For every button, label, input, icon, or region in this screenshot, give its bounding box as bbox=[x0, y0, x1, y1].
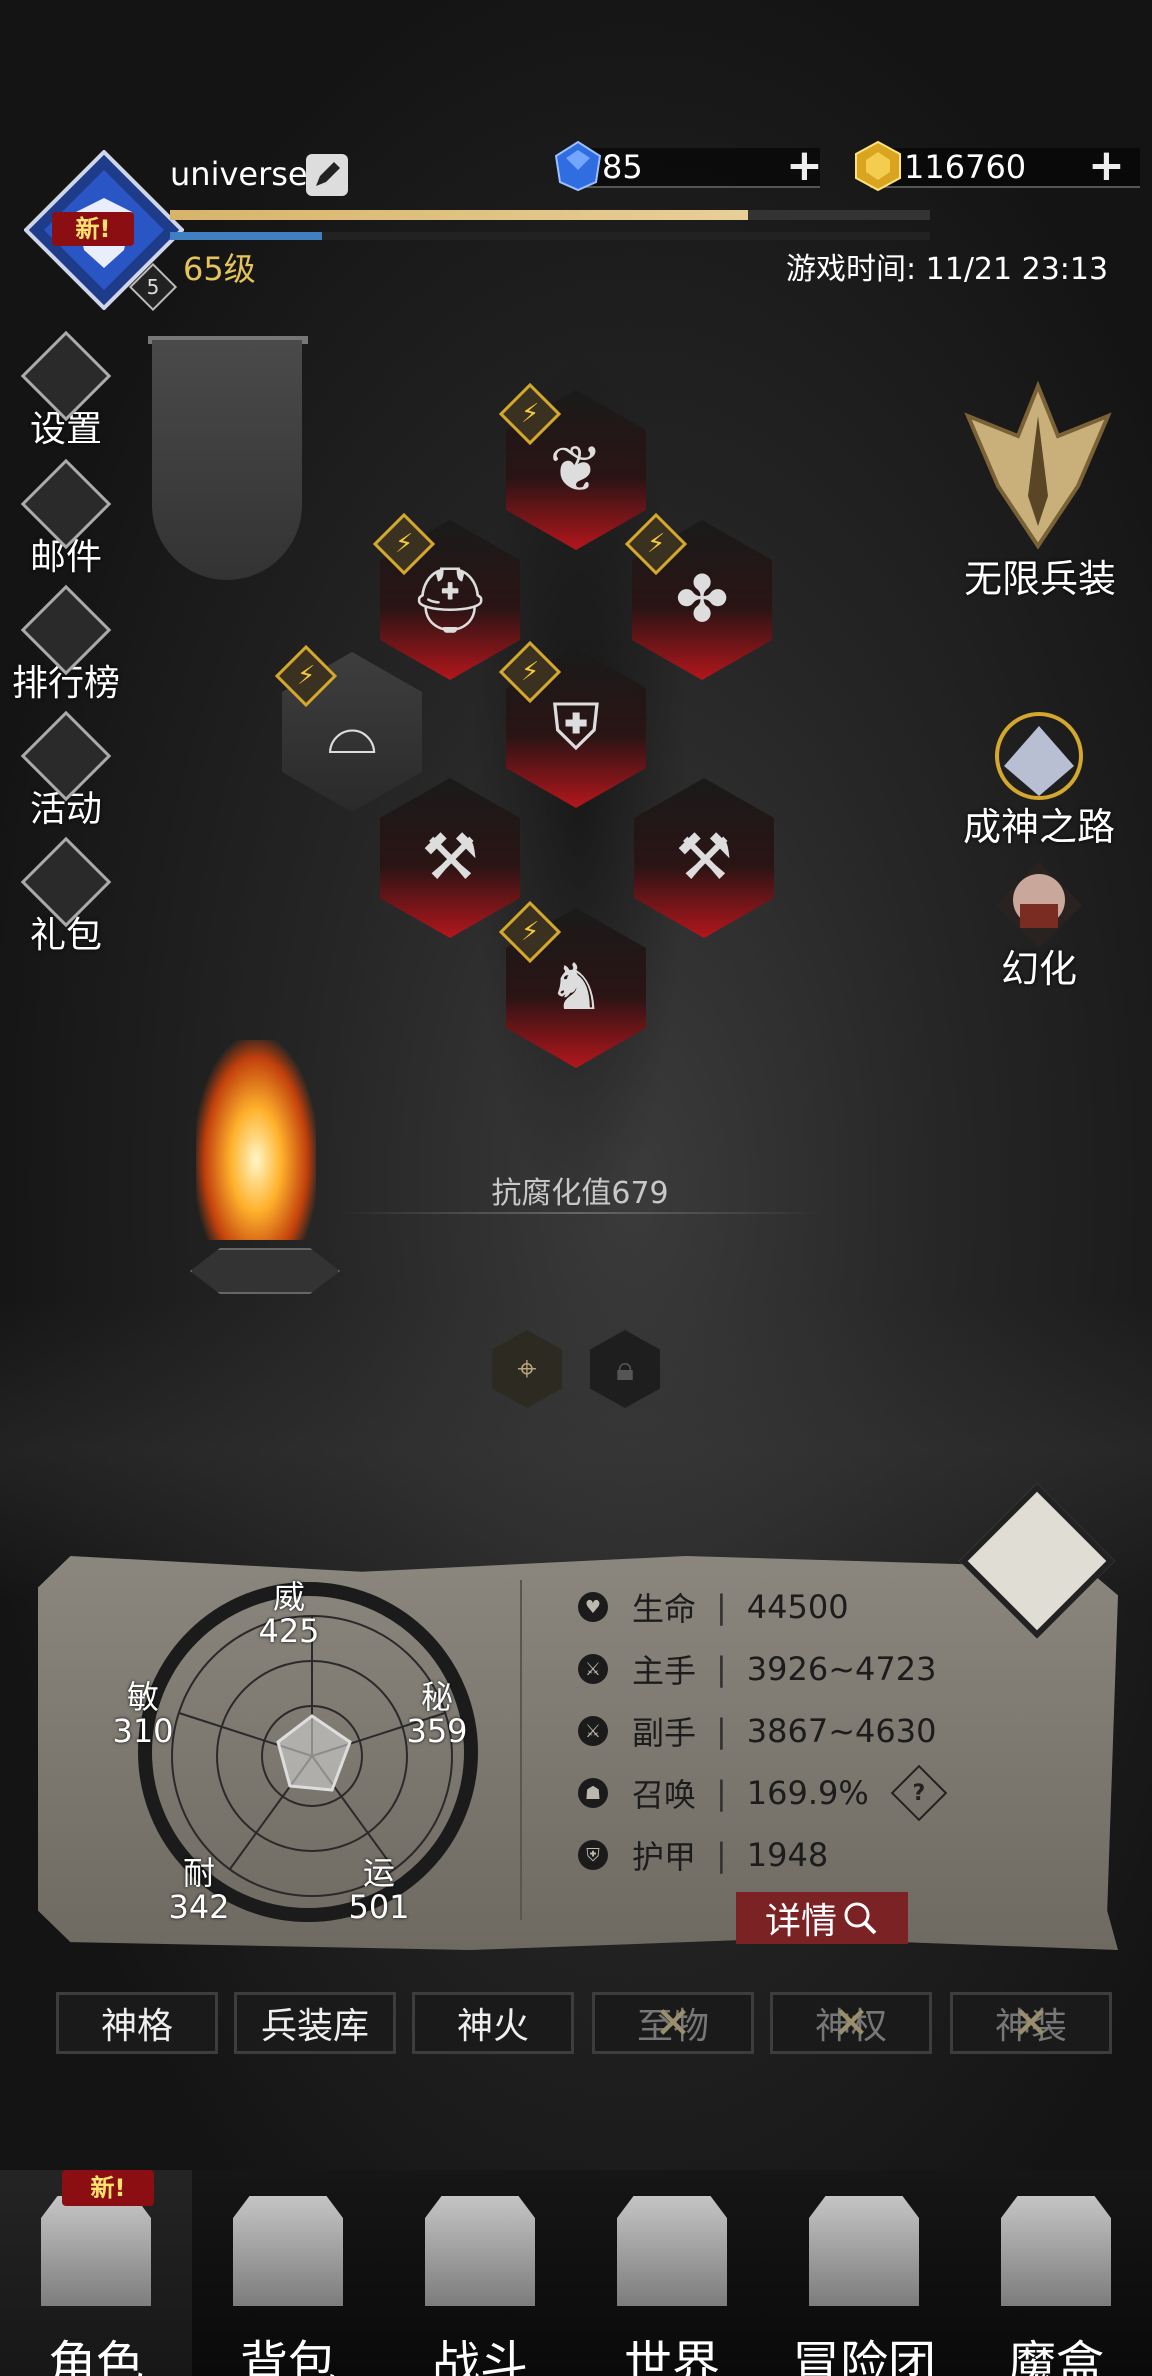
brazier[interactable] bbox=[190, 1248, 340, 1294]
blue-gem-icon bbox=[554, 140, 602, 192]
chain-lock-icon: ✕ bbox=[654, 1997, 692, 2049]
mail-menu-item[interactable]: 邮件 bbox=[10, 458, 122, 580]
summon-icon: ☗ bbox=[578, 1778, 608, 1808]
heart-icon: ♥ bbox=[578, 1592, 608, 1622]
nav-new-badge: 新! bbox=[62, 2170, 154, 2206]
experience-fill bbox=[170, 210, 748, 220]
game-time: 游戏时间: 11/21 23:13 bbox=[786, 252, 1109, 287]
panel-divider bbox=[520, 1580, 522, 1920]
backpack-icon bbox=[233, 2196, 343, 2306]
tab-divinity[interactable]: 神格 bbox=[56, 1992, 218, 2054]
username: universe bbox=[170, 155, 308, 193]
settings-menu-item[interactable]: 设置 bbox=[10, 330, 122, 452]
tab-divine-gear-locked[interactable]: 神装 ✕ bbox=[950, 1992, 1112, 2054]
castle-icon bbox=[809, 2196, 919, 2306]
tab-divine-authority-locked[interactable]: 神权 ✕ bbox=[770, 1992, 932, 2054]
transform-icon[interactable] bbox=[994, 860, 1084, 950]
nav-battle[interactable]: 战斗 bbox=[384, 2170, 576, 2376]
secondary-progress-bar bbox=[170, 232, 930, 240]
gold-coin-icon bbox=[855, 140, 901, 192]
stat-main-hand: ⚔ 主手 | 3926~4723 bbox=[578, 1646, 936, 1692]
infinite-gear-label[interactable]: 无限兵装 bbox=[940, 548, 1140, 603]
magnifier-icon bbox=[844, 1902, 877, 1935]
tab-armory[interactable]: 兵装库 bbox=[234, 1992, 396, 2054]
lock-icon: 🔒︎ bbox=[615, 1349, 635, 1389]
bonfire-flame bbox=[196, 1040, 316, 1240]
tab-relic-locked[interactable]: 至物 ✕ bbox=[592, 1992, 754, 2054]
gold-count: 116760 bbox=[904, 148, 1027, 186]
details-button[interactable]: 详情 bbox=[736, 1892, 908, 1944]
attribute-polygon bbox=[276, 1714, 352, 1792]
gift-menu-item[interactable]: 礼包 bbox=[10, 836, 122, 958]
attr-nai: 耐 342 bbox=[168, 1854, 230, 1926]
gem-count: 85 bbox=[602, 148, 643, 186]
attr-mi: 秘 359 bbox=[406, 1678, 468, 1750]
chain-lock-icon: ✕ bbox=[1012, 1997, 1050, 2049]
new-badge: 新! bbox=[52, 212, 134, 246]
godhood-path-icon[interactable] bbox=[984, 706, 1094, 806]
tab-divine-fire[interactable]: 神火 bbox=[412, 1992, 574, 2054]
nav-adventure-group[interactable]: 冒险团 bbox=[768, 2170, 960, 2376]
map-scroll-icon bbox=[617, 2196, 727, 2306]
transform-label[interactable]: 幻化 bbox=[964, 938, 1114, 993]
stat-off-hand: ⚔ 副手 | 3867~4630 bbox=[578, 1708, 936, 1754]
leaderboard-menu-item[interactable]: 排行榜 bbox=[10, 584, 122, 706]
infinite-gear-icon[interactable] bbox=[958, 376, 1118, 556]
helmet-icon bbox=[41, 2196, 151, 2306]
player-level: 65级 bbox=[183, 250, 256, 288]
attr-min: 敏 310 bbox=[112, 1678, 174, 1750]
stat-summon: ☗ 召唤 | 169.9% ? bbox=[578, 1764, 948, 1822]
attr-wei: 威 425 bbox=[258, 1578, 320, 1650]
secondary-progress-fill bbox=[170, 232, 322, 240]
corrosion-underline bbox=[340, 1212, 820, 1214]
cube-icon bbox=[1001, 2196, 1111, 2306]
corrosion-resistance: 抗腐化值679 bbox=[491, 1176, 669, 1211]
experience-bar bbox=[170, 210, 930, 220]
activity-menu-item[interactable]: 活动 bbox=[10, 710, 122, 832]
chain-lock-icon: ✕ bbox=[832, 1997, 870, 2049]
attr-yun: 运 501 bbox=[348, 1854, 410, 1926]
guild-banner[interactable] bbox=[152, 340, 302, 580]
add-gems-button[interactable]: + bbox=[786, 144, 823, 188]
stat-hp: ♥ 生命 | 44500 bbox=[578, 1584, 849, 1630]
sword-icon: ⚔ bbox=[578, 1654, 608, 1684]
add-gold-button[interactable]: + bbox=[1088, 144, 1125, 188]
shield-sword-icon bbox=[425, 2196, 535, 2306]
nav-backpack[interactable]: 背包 bbox=[192, 2170, 384, 2376]
summon-help-button[interactable]: ? bbox=[890, 1764, 948, 1822]
nav-magic-box[interactable]: 魔盒 bbox=[960, 2170, 1152, 2376]
location-pin-icon: ⌖ bbox=[517, 1349, 537, 1389]
nav-world[interactable]: 世界 bbox=[576, 2170, 768, 2376]
offhand-icon: ⚔ bbox=[578, 1716, 608, 1746]
armor-icon: ⛨ bbox=[578, 1840, 608, 1870]
stat-armor: ⛨ 护甲 | 1948 bbox=[578, 1832, 828, 1878]
edit-icon[interactable] bbox=[306, 154, 348, 196]
godhood-path-label[interactable]: 成神之路 bbox=[944, 796, 1134, 851]
